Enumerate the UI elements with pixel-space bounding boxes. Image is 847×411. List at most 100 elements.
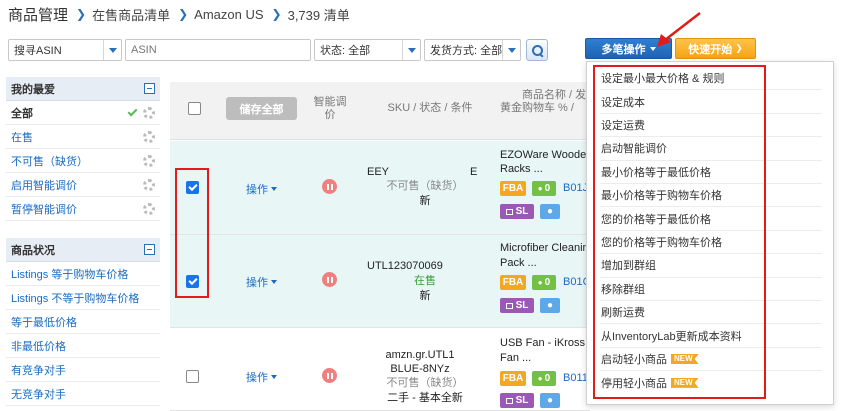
row-actions-button[interactable]: 操作: [246, 369, 277, 385]
message-icon[interactable]: ●: [540, 204, 560, 219]
save-all-button[interactable]: 储存全部: [226, 97, 297, 120]
product-title-cont: Racks ...: [500, 163, 543, 175]
condition-text: 二手 - 基本全新: [387, 392, 463, 404]
sidebar-item-eq-buybox[interactable]: Listings 等于购物车价格: [6, 262, 160, 286]
table-row: 操作 EEY E 不可售（缺货） 新 EZOWare Wooden Racks …: [170, 141, 592, 235]
box-icon: [505, 397, 513, 404]
chevron-right-icon: ❯: [271, 7, 282, 21]
product-title-cont: Fan ...: [500, 352, 532, 364]
fba-badge: FBA: [500, 371, 526, 386]
gear-icon[interactable]: [143, 202, 155, 215]
chevron-down-icon: [103, 40, 121, 60]
sidebar-item-all[interactable]: 全部: [6, 101, 160, 125]
gear-icon[interactable]: [143, 106, 155, 119]
checkbox-highlight-box: [175, 168, 209, 298]
pause-icon[interactable]: [322, 272, 337, 287]
status-text: 在售: [414, 275, 436, 287]
sidebar-item-has-competitor[interactable]: 有竞争对手: [6, 358, 160, 382]
seller-count: 0: [544, 183, 551, 194]
annotation-arrow: [657, 12, 701, 47]
row-checkbox[interactable]: [186, 370, 199, 383]
breadcrumb-level3: 3,739 清单: [287, 7, 350, 23]
breadcrumb-level1[interactable]: 在售商品清单: [92, 5, 170, 24]
row-actions-button[interactable]: 操作: [246, 181, 277, 197]
sidebar-item-label: Listings 不等于购物车价格: [11, 292, 140, 305]
breadcrumb-level2[interactable]: Amazon US: [194, 7, 263, 22]
sidebar-item-neq-buybox[interactable]: Listings 不等于购物车价格: [6, 286, 160, 310]
sidebar-item-label: 暂停智能调价: [11, 203, 77, 216]
status-value: 状态: 全部: [320, 45, 371, 57]
pause-icon[interactable]: [322, 179, 337, 194]
fulfillment-value: 发货方式: 全部: [430, 45, 502, 57]
status-header: 商品状况: [6, 238, 160, 262]
sidebar-item-active[interactable]: 在售: [6, 125, 160, 149]
menu-highlight-box: [593, 65, 766, 399]
product-title-cont: Pack ...: [500, 257, 537, 269]
user-icon: ●: [537, 374, 543, 383]
sidebar-item-label: 有竞争对手: [11, 364, 66, 377]
seller-count: 0: [544, 373, 551, 384]
seller-count: 0: [544, 277, 551, 288]
search-type-select[interactable]: 搜寻ASIN: [8, 39, 122, 61]
asin-link[interactable]: B01J: [563, 182, 588, 194]
chevron-right-icon: ❯: [178, 7, 189, 21]
chevron-down-icon: [502, 40, 520, 60]
select-all-checkbox[interactable]: [188, 102, 201, 115]
sidebar-favorites: 我的最爱 全部 在售 不可售（缺货） 启用智能调价 暂停智能调价: [6, 77, 160, 221]
sl-badge: SL: [500, 393, 534, 408]
status-select[interactable]: 状态: 全部: [314, 39, 421, 61]
box-icon: [505, 302, 513, 309]
sku-text-line2: BLUE-8NYz: [390, 363, 450, 375]
search-type-value: 搜寻ASIN: [14, 45, 62, 57]
sidebar-item-label: 等于最低价格: [11, 316, 77, 329]
seller-count-badge: ● 0: [532, 371, 556, 386]
breadcrumb-root[interactable]: 商品管理: [8, 4, 68, 25]
sidebar-item-smart-off[interactable]: 暂停智能调价: [6, 197, 160, 221]
collapse-icon[interactable]: [144, 244, 155, 255]
product-title[interactable]: USB Fan - iKross: [500, 336, 585, 350]
sidebar-item-label: 启用智能调价: [11, 179, 77, 192]
collapse-icon[interactable]: [144, 83, 155, 94]
row-actions-label: 操作: [246, 372, 268, 384]
favorites-title: 我的最爱: [11, 83, 55, 96]
product-title[interactable]: Microfiber Cleaning: [500, 241, 595, 255]
message-icon[interactable]: ●: [540, 393, 560, 408]
gear-icon[interactable]: [143, 154, 155, 167]
sidebar-item-no-competitor[interactable]: 无竞争对手: [6, 382, 160, 406]
fulfillment-select[interactable]: 发货方式: 全部: [424, 39, 521, 61]
status-title: 商品状况: [11, 244, 55, 257]
user-icon: ●: [537, 184, 543, 193]
status-text: 不可售（缺货）: [386, 377, 464, 389]
sku-text: EEY: [367, 166, 390, 178]
sidebar-status: 商品状况 Listings 等于购物车价格 Listings 不等于购物车价格 …: [6, 238, 160, 406]
row-actions-label: 操作: [246, 277, 268, 289]
chevron-down-icon: [402, 40, 420, 60]
search-button[interactable]: [526, 39, 548, 61]
chevron-down-icon: [271, 375, 277, 379]
col-product-line2: 黄金购物车 % /: [500, 102, 574, 114]
breadcrumb: 商品管理 ❯ 在售商品清单 ❯ Amazon US ❯ 3,739 清单: [8, 4, 350, 24]
message-icon[interactable]: ●: [540, 298, 560, 313]
search-input[interactable]: [125, 39, 311, 61]
table-header: 储存全部 智能调价 SKU / 状态 / 条件 商品名称 / 发 黄金购物车 %…: [170, 82, 590, 140]
sl-label: SL: [515, 300, 529, 311]
gear-icon[interactable]: [143, 130, 155, 143]
row-actions-button[interactable]: 操作: [246, 274, 277, 290]
sidebar-item-label: 全部: [11, 107, 33, 120]
sl-badge: SL: [500, 204, 534, 219]
sidebar-item-not-lowest[interactable]: 非最低价格: [6, 334, 160, 358]
seller-count-badge: ● 0: [532, 275, 556, 290]
sidebar-item-smart-on[interactable]: 启用智能调价: [6, 173, 160, 197]
sidebar-item-eq-lowest[interactable]: 等于最低价格: [6, 310, 160, 334]
favorites-header: 我的最爱: [6, 77, 160, 101]
status-text: 不可售（缺货）: [386, 180, 464, 192]
asin-link[interactable]: B011: [563, 372, 588, 384]
sidebar-item-label: 非最低价格: [11, 340, 66, 353]
gear-icon[interactable]: [143, 178, 155, 191]
product-title[interactable]: EZOWare Wooden: [500, 148, 592, 162]
sku-text: UTL123070069: [367, 260, 443, 272]
pause-icon[interactable]: [322, 368, 337, 383]
chevron-right-icon: ❯: [76, 7, 87, 21]
sl-label: SL: [515, 395, 529, 406]
sidebar-item-unavailable[interactable]: 不可售（缺货）: [6, 149, 160, 173]
